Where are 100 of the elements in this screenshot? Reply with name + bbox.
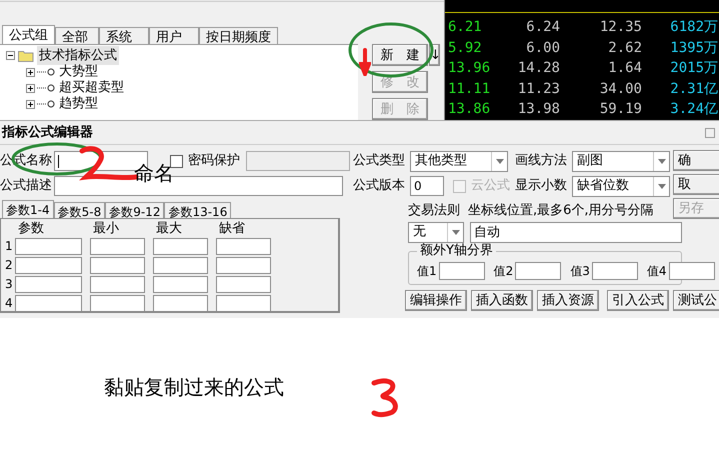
parameter-input-field[interactable] [153,294,208,312]
arrow-annotation-drawing [359,48,371,76]
quote-cell-text: 6.21 [448,18,483,36]
row-number: 4 [5,295,14,312]
parameter-input-field[interactable] [15,256,82,274]
quote-cell-text: 2.31亿 [669,80,718,98]
tab[interactable]: 用户 [149,27,199,44]
parameter-input-field[interactable] [153,276,208,292]
window-button[interactable] [705,128,715,138]
parameter-input-field[interactable] [216,238,271,254]
quote-cell-text: 5.92 [448,38,483,57]
tab[interactable]: 按日期频度 [199,27,278,44]
tab[interactable]: 参数13-16 [164,202,232,218]
tab[interactable]: 全部 [55,27,99,44]
parameter-input-field[interactable] [216,256,271,274]
parameter-input-field[interactable] [153,238,208,254]
parameter-input-field[interactable] [15,276,82,292]
node-icon [37,100,55,108]
checkbox-label: 云公式 [471,177,510,196]
axis-lines-input-field[interactable]: 自动 [470,222,682,242]
tab[interactable]: 公式组 [2,25,55,44]
trade-rule-dropdown[interactable]: 无 [408,222,464,242]
dropdown-caret-icon [653,176,669,196]
value-input-field[interactable] [438,262,485,280]
quote-cell-text: 34.00 [598,80,642,98]
quote-cell-text: 13.86 [448,100,492,118]
column-header: 最小 [92,222,120,236]
quote-cell-text: 13.96 [448,59,492,78]
field-label: 公式描述 [0,177,52,196]
quote-cell-text: 6.00 [525,38,560,57]
parameter-input-field[interactable] [90,276,145,292]
parameter-input-field[interactable] [216,276,271,292]
quote-cell-text: 3.24亿 [669,100,718,118]
parameter-input-field[interactable] [90,256,145,274]
expand-icon[interactable] [26,84,35,92]
draw-method-dropdown[interactable]: 副图 [572,150,670,172]
field-label: 坐标线位置,最多6个,用分号分隔 [468,202,654,220]
tree-item[interactable]: 趋势型 [57,94,100,114]
quote-cell-text: 11.11 [448,80,492,98]
row-number: 1 [5,238,14,255]
quote-cell-text: 1.64 [607,59,642,78]
dialog-button[interactable]: 取 [673,174,719,195]
formula-type-dropdown[interactable]: 其他类型 [410,150,508,172]
dropdown-caret-icon [491,152,507,170]
row-number: 2 [5,257,14,274]
action-button[interactable]: 编辑操作 [405,290,467,311]
annotation-text: 命名 [134,161,174,185]
field-label: 值2 [494,263,514,280]
quote-cell-text: 12.35 [598,18,642,36]
collapse-icon[interactable] [6,51,15,60]
field-label: 公式版本 [353,177,405,196]
folder-icon [18,50,34,62]
action-button[interactable]: 测试公 [673,290,719,311]
panel-button[interactable]: 新 建 [372,44,428,66]
tab[interactable]: 参数9-12 [105,202,164,218]
quote-cell-text: 11.23 [516,80,560,98]
field-label: 值3 [570,263,590,280]
checkbox-label: 密码保护 [188,152,240,170]
action-button[interactable]: 引入公式 [607,290,669,311]
action-button[interactable]: 插入资源 [537,290,599,311]
tree-item[interactable]: 技术指标公式 [37,46,119,66]
decimals-dropdown[interactable]: 缺省位数 [572,176,670,196]
parameter-input-field[interactable] [90,238,145,254]
parameter-input-field[interactable] [153,256,208,274]
checkbox[interactable] [170,154,183,168]
row-number: 3 [5,276,14,293]
action-button[interactable]: 插入函数 [471,290,533,311]
field-label: 值1 [417,263,437,280]
tab[interactable]: 参数1-4 [2,200,54,218]
window-title: 指标公式编辑器 [0,124,93,142]
expand-icon[interactable] [26,68,35,76]
value-input-field[interactable] [515,262,562,280]
column-header: 缺省 [218,222,246,236]
field-label: 公式类型 [353,152,405,170]
node-icon [37,84,55,92]
quote-cell-text: 59.19 [598,100,642,118]
dropdown-caret-icon [653,152,669,170]
value-input-field[interactable] [592,262,638,280]
field-label: 值4 [646,263,667,280]
value-input-field[interactable] [668,262,715,280]
dialog-button[interactable]: 确 [673,150,719,171]
expand-icon[interactable] [26,100,35,108]
tab[interactable]: 系统 [99,27,149,44]
quote-cell-text: 13.98 [516,100,560,118]
quote-cell-text: 14.28 [516,59,560,78]
annotation-text: 黏贴复制过来的公式 [104,375,284,399]
field-label: 显示小数 [515,177,567,196]
parameter-input-field[interactable] [90,294,145,312]
quote-cell-text: 6182万 [669,18,718,36]
parameter-input-field[interactable] [15,238,82,254]
tab[interactable]: 参数5-8 [54,202,106,218]
version-input-field[interactable]: 0 [410,176,444,196]
column-header: 参数 [17,222,45,236]
column-header: 最大 [155,222,183,236]
parameter-input-field[interactable] [216,294,271,312]
node-icon [37,68,55,76]
parameter-input-field[interactable] [15,294,82,312]
quote-cell-text: 1395万 [669,38,718,57]
dropdown-caret-icon [447,222,463,242]
field-label: 画线方法 [515,152,567,170]
